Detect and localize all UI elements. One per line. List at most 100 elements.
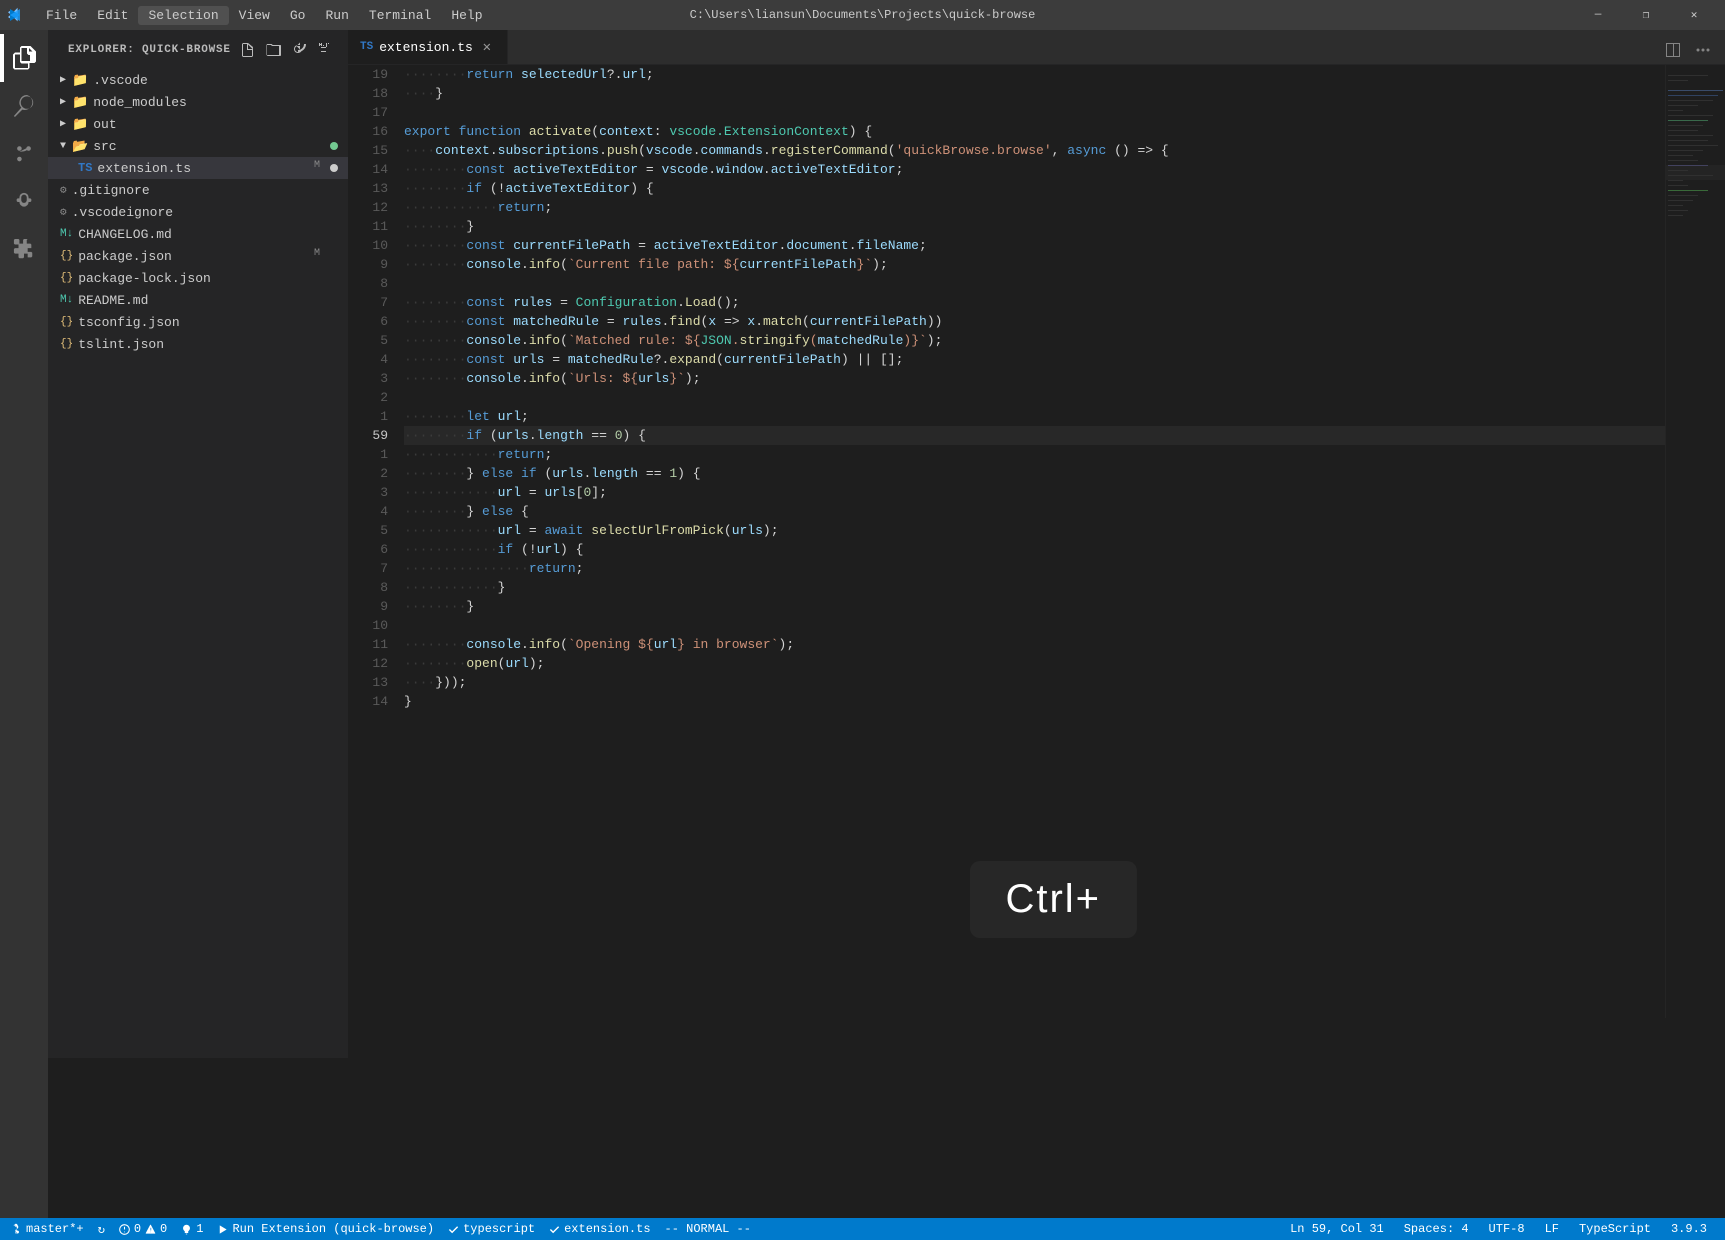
maximize-button[interactable]: ❐ xyxy=(1623,0,1669,30)
debug-icon[interactable] xyxy=(0,178,48,226)
code-line-2-elseif: ········} else if (urls.length == 1) { xyxy=(404,464,1665,483)
language-label: TypeScript xyxy=(1579,1222,1651,1236)
encoding-item[interactable]: UTF-8 xyxy=(1483,1218,1531,1240)
code-line-7-return: ················return; xyxy=(404,559,1665,578)
code-line-16: export function activate(context: vscode… xyxy=(404,122,1665,141)
sidebar-item-tslint[interactable]: {} tslint.json xyxy=(48,333,348,355)
tab-extensionts[interactable]: TS extension.ts ✕ xyxy=(348,30,508,64)
refresh-button[interactable] xyxy=(288,39,310,61)
close-button[interactable]: ✕ xyxy=(1671,0,1717,30)
typescript-label: typescript xyxy=(463,1222,535,1236)
sidebar-item-readme[interactable]: M↓ README.md xyxy=(48,289,348,311)
packagejson-icon: {} xyxy=(60,250,73,262)
sync-item[interactable]: ↻ xyxy=(92,1218,111,1240)
version-label: 3.9.3 xyxy=(1671,1222,1707,1236)
spaces-label: Spaces: 4 xyxy=(1404,1222,1469,1236)
menu-run[interactable]: Run xyxy=(315,6,358,25)
menu-selection[interactable]: Selection xyxy=(138,6,228,25)
code-line-11-console: ········console.info(`Opening ${url} in … xyxy=(404,635,1665,654)
new-folder-button[interactable] xyxy=(262,39,284,61)
code-line-8 xyxy=(404,274,1665,293)
sidebar-item-gitignore[interactable]: ⚙ .gitignore xyxy=(48,179,348,201)
sidebar-item-vscode[interactable]: ▶ 📁 .vscode xyxy=(48,69,348,91)
sidebar-item-vscodeignore[interactable]: ⚙ .vscodeignore xyxy=(48,201,348,223)
explorer-icon[interactable] xyxy=(0,34,48,82)
menu-terminal[interactable]: Terminal xyxy=(359,6,441,25)
menu-view[interactable]: View xyxy=(229,6,280,25)
split-editor-button[interactable] xyxy=(1659,36,1687,64)
code-line-18: ····} xyxy=(404,84,1665,103)
code-line-2 xyxy=(404,388,1665,407)
main-layout: EXPLORER: QUICK-BROWSE ▶ 📁 xyxy=(0,30,1725,1218)
sidebar-item-extensionts[interactable]: TS extension.ts M xyxy=(48,157,348,179)
sidebar-item-packagelockjson[interactable]: {} package-lock.json xyxy=(48,267,348,289)
version-item[interactable]: 3.9.3 xyxy=(1665,1218,1713,1240)
extensions-icon[interactable] xyxy=(0,226,48,274)
code-line-13-close: ····})); xyxy=(404,673,1665,692)
src-label: src xyxy=(93,139,116,154)
code-line-10: ········const currentFilePath = activeTe… xyxy=(404,236,1665,255)
collapse-all-button[interactable] xyxy=(314,39,336,61)
packagelockjson-label: package-lock.json xyxy=(78,271,211,286)
code-line-59-active: ········if (urls.length == 0) { xyxy=(404,426,1665,445)
code-line-7: ········const rules = Configuration.Load… xyxy=(404,293,1665,312)
tab-ts-icon: TS xyxy=(360,41,373,53)
code-line-1-return: ············return; xyxy=(404,445,1665,464)
git-branch-item[interactable]: master*+ xyxy=(4,1218,90,1240)
sidebar-item-node-modules[interactable]: ▶ 📁 node_modules xyxy=(48,91,348,113)
code-line-12: ············return; xyxy=(404,198,1665,217)
cursor-position-item[interactable]: Ln 59, Col 31 xyxy=(1284,1218,1390,1240)
tslint-icon: {} xyxy=(60,338,73,350)
file-label: extension.ts xyxy=(564,1222,650,1236)
vscode-label: .vscode xyxy=(93,73,148,88)
run-extension-item[interactable]: Run Extension (quick-browse) xyxy=(211,1218,440,1240)
sidebar-item-packagejson[interactable]: {} package.json M xyxy=(48,245,348,267)
readme-label: README.md xyxy=(78,293,148,308)
menu-go[interactable]: Go xyxy=(280,6,316,25)
lightbulb-count: 1 xyxy=(196,1222,203,1236)
spaces-item[interactable]: Spaces: 4 xyxy=(1398,1218,1475,1240)
code-line-1-let: ········let url; xyxy=(404,407,1665,426)
sidebar-content: ▶ 📁 .vscode ▶ 📁 node_modules ▶ 📁 out ▼ 📂… xyxy=(48,65,348,1058)
sidebar-item-out[interactable]: ▶ 📁 out xyxy=(48,113,348,135)
file-check-item[interactable]: extension.ts xyxy=(543,1218,656,1240)
code-line-9-close: ········} xyxy=(404,597,1665,616)
eol-item[interactable]: LF xyxy=(1539,1218,1565,1240)
lightbulb-item[interactable]: 1 xyxy=(175,1218,209,1240)
source-control-icon[interactable] xyxy=(0,130,48,178)
search-activity-icon[interactable] xyxy=(0,82,48,130)
tab-close-button[interactable]: ✕ xyxy=(479,39,495,55)
minimize-button[interactable]: — xyxy=(1575,0,1621,30)
code-editor: 19 18 17 16 15 14 13 12 11 10 9 8 7 6 5 … xyxy=(348,65,1725,1018)
run-extension-label: Run Extension (quick-browse) xyxy=(232,1222,434,1236)
menu-edit[interactable]: Edit xyxy=(87,6,138,25)
sync-icon: ↻ xyxy=(98,1222,105,1237)
vim-mode-item[interactable]: -- NORMAL -- xyxy=(659,1218,757,1240)
git-branch-label: master*+ xyxy=(26,1222,84,1236)
code-line-4: ········const urls = matchedRule?.expand… xyxy=(404,350,1665,369)
sidebar-item-src[interactable]: ▼ 📂 src xyxy=(48,135,348,157)
code-line-14-close: } xyxy=(404,692,1665,711)
code-line-6-ifurl: ············if (!url) { xyxy=(404,540,1665,559)
code-line-12-open: ········open(url); xyxy=(404,654,1665,673)
language-item[interactable]: TypeScript xyxy=(1573,1218,1657,1240)
menu-help[interactable]: Help xyxy=(441,6,492,25)
new-file-button[interactable] xyxy=(236,39,258,61)
folder-arrow-out: ▶ xyxy=(60,118,66,130)
tsconfig-label: tsconfig.json xyxy=(78,315,179,330)
status-bar-left: master*+ ↻ 0 0 1 Run Extension (quick-br… xyxy=(4,1218,757,1240)
menu-file[interactable]: File xyxy=(36,6,87,25)
sidebar-item-changelog[interactable]: M↓ CHANGELOG.md xyxy=(48,223,348,245)
encoding-label: UTF-8 xyxy=(1489,1222,1525,1236)
code-line-19: ········return selectedUrl?.url; xyxy=(404,65,1665,84)
more-actions-button[interactable] xyxy=(1689,36,1717,64)
errors-item[interactable]: 0 0 xyxy=(113,1218,173,1240)
code-line-9: ········console.info(`Current file path:… xyxy=(404,255,1665,274)
sidebar-item-tsconfig[interactable]: {} tsconfig.json xyxy=(48,311,348,333)
extensionts-label: extension.ts xyxy=(97,161,191,176)
typescript-check-item[interactable]: typescript xyxy=(442,1218,541,1240)
title-bar-left: File Edit Selection View Go Run Terminal… xyxy=(8,6,493,25)
status-bar-right: Ln 59, Col 31 Spaces: 4 UTF-8 LF TypeScr… xyxy=(1284,1218,1721,1240)
warnings-count: 0 xyxy=(160,1222,167,1236)
activity-bar xyxy=(0,30,48,1218)
